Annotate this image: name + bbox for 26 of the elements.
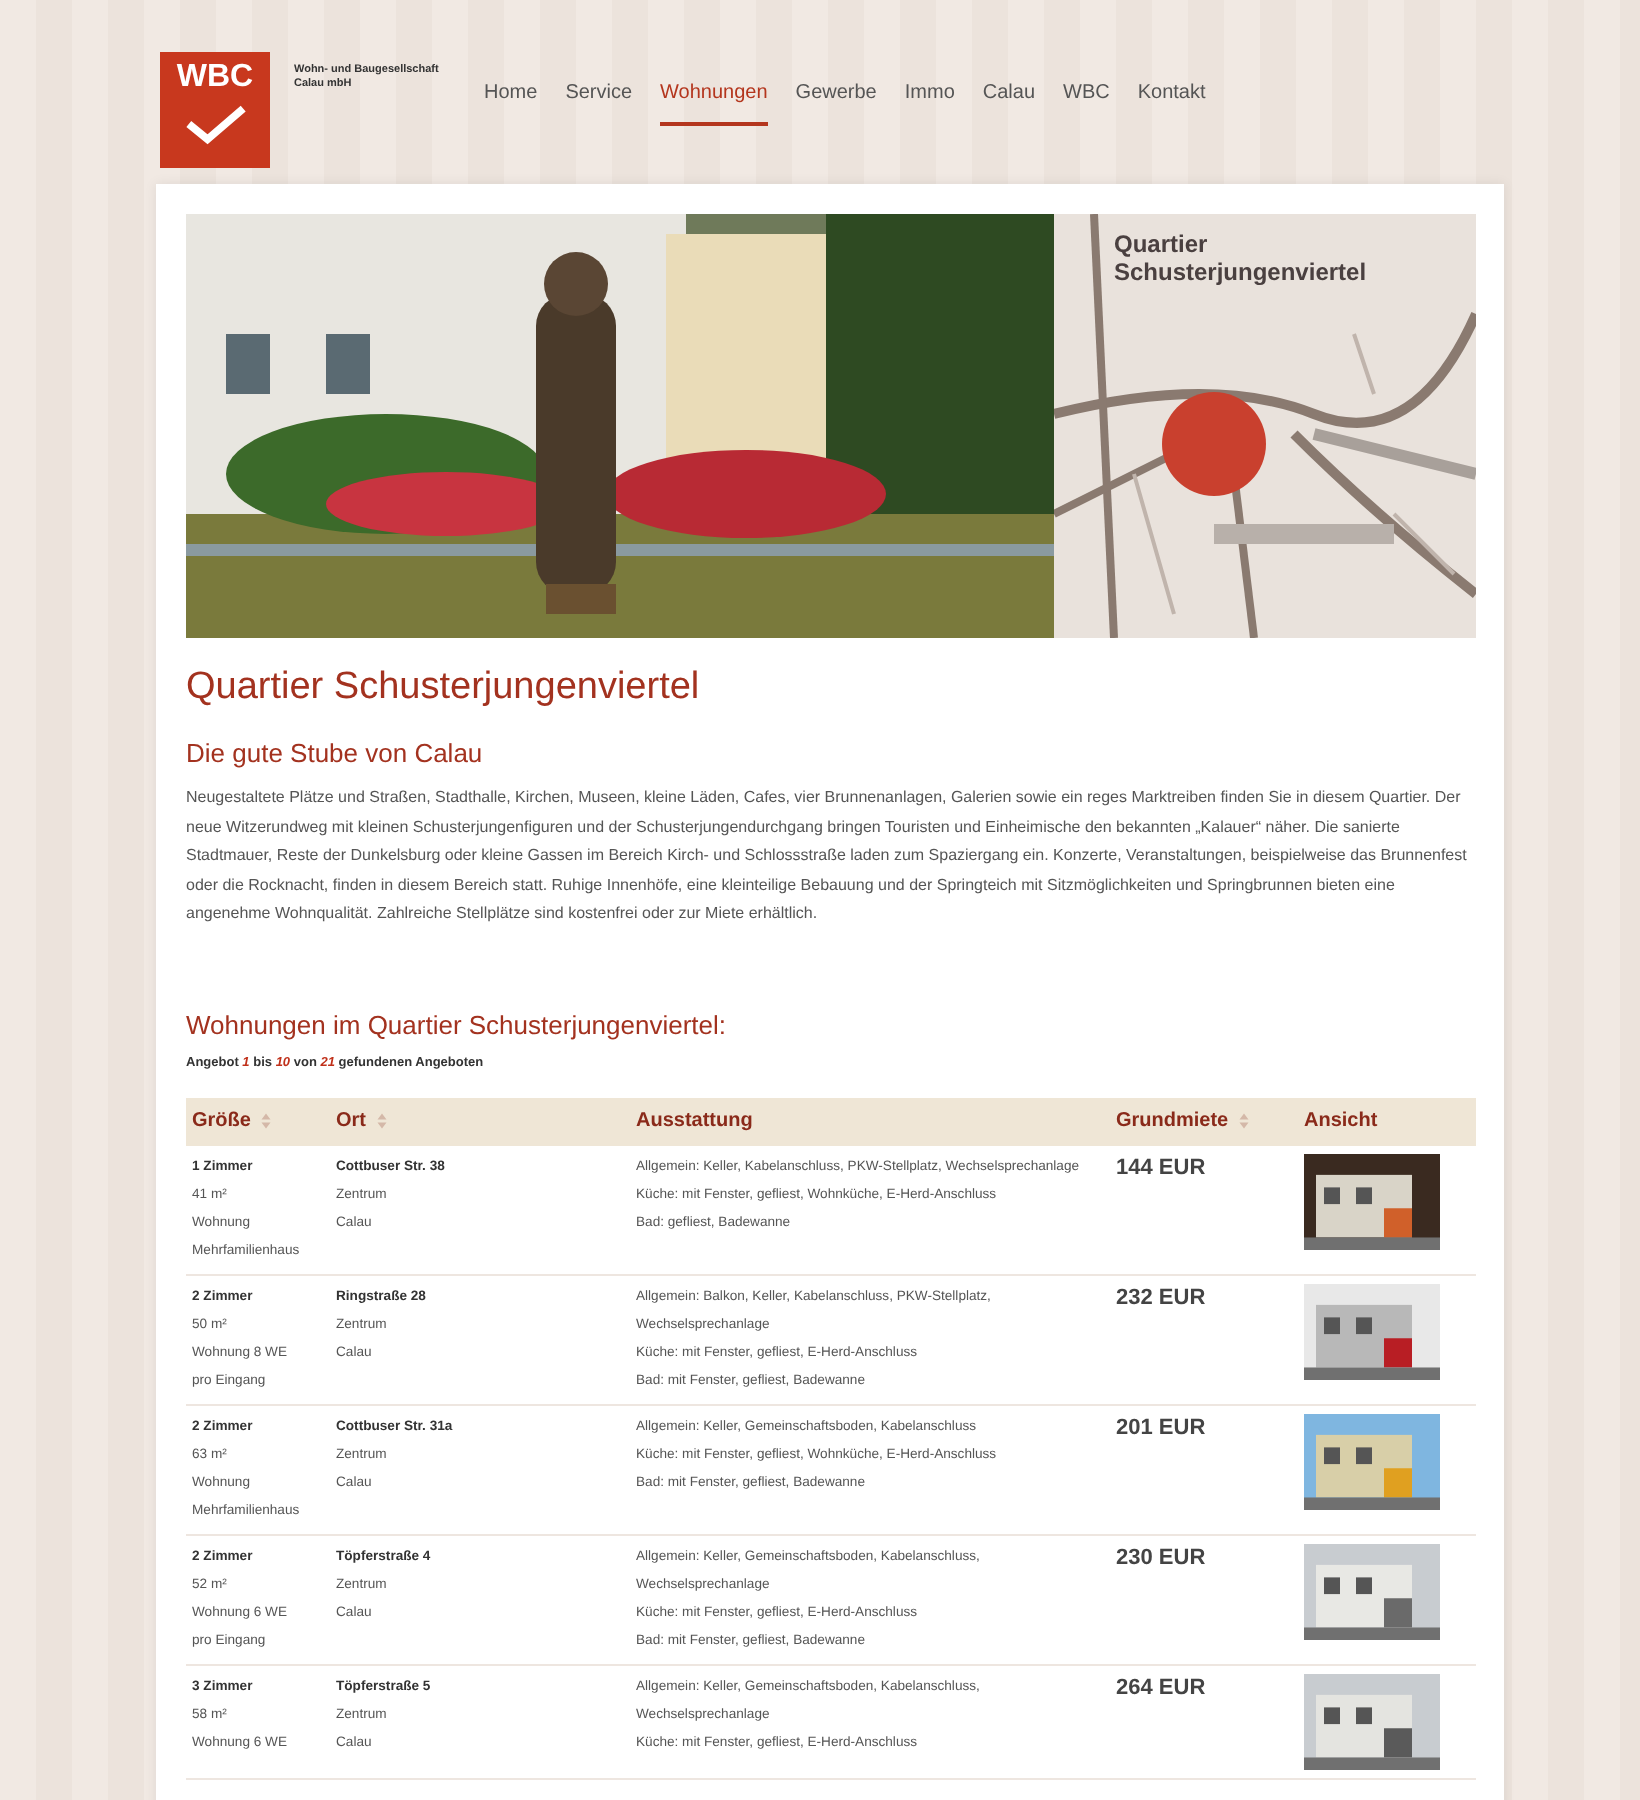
column-header[interactable]: Ansicht — [1298, 1097, 1476, 1145]
nav-link[interactable]: Service — [565, 82, 633, 126]
nav-link[interactable]: Calau — [982, 82, 1036, 126]
logo-text: WBC — [176, 60, 254, 96]
nav-link[interactable]: Wohnungen — [660, 82, 768, 126]
column-header[interactable]: Ort — [330, 1097, 630, 1145]
nav-link[interactable]: WBC — [1063, 82, 1110, 126]
table-cell: 264 EUR — [1110, 1664, 1298, 1778]
logo[interactable]: WBC — [160, 52, 270, 168]
column-header[interactable]: Grundmiete — [1110, 1097, 1298, 1145]
column-header[interactable]: Größe — [186, 1097, 330, 1145]
nav-link[interactable]: Kontakt — [1137, 82, 1206, 126]
table-cell: 230 EUR — [1110, 1534, 1298, 1664]
checkmark-icon — [181, 102, 249, 146]
table-cell: 232 EUR — [1110, 1274, 1298, 1404]
table-cell: 201 EUR — [1110, 1404, 1298, 1534]
map-title: Quartier Schusterjungenviertel — [1114, 230, 1369, 288]
nav-link[interactable]: Immo — [904, 82, 955, 126]
intro-paragraph: Neugestaltete Plätze und Straßen, Stadthalle, Kirchen, Museen, kleine Läden, Cafes, vier Brunnenanlagen, Galerien sowie ein reges Marktreiben finden Sie in diesem Quartier. Der neue Witzerundweg mit kleinen Schusterjungenfiguren und der Schusterjungendurchgang bringen Touristen und Einheimische den bekannten „Kalauer“ näher. Die sanierte Stadtmauer, Reste der Dunkelsburg oder kleine Gassen im Bereich Kirch- und Schlossstraße laden zum Spaziergang ein. Konzerte, Veranstaltungen, beispielweise das Brunnenfest oder die Rocknacht, finden in diesem Bereich statt. Ruhige Innenhöfe, eine kleinteilige Bebauung und der Springteich mit Sitzmöglichkeiten und Springbrunnen bieten eine angenehme Wohnqualität. Zahlreiche Stellplätze sind kostenfrei oder zur Miete erhältlich. — [186, 786, 1469, 926]
page-title: Quartier Schusterjungenviertel — [186, 666, 702, 710]
table-cell: 144 EUR — [1110, 1145, 1298, 1274]
section-heading: Die gute Stube von Calau — [186, 738, 485, 768]
nav-link[interactable]: Home — [484, 82, 538, 126]
nav-link[interactable]: Gewerbe — [795, 82, 877, 126]
listing-heading: Wohnungen im Quartier Schusterjungenviertel: — [186, 1009, 729, 1039]
column-header[interactable]: Ausstattung — [630, 1097, 1110, 1145]
